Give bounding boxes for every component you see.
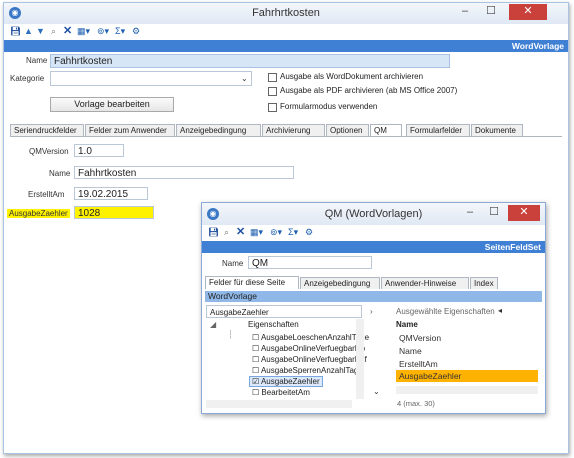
dialog-copy-icon[interactable]: ⊚▾ — [270, 226, 282, 238]
tree-item-label: BearbeitetAm — [261, 388, 310, 397]
tree-expand-icon[interactable]: ◢ — [210, 320, 216, 329]
tree-vertical-scrollbar[interactable] — [356, 319, 364, 399]
section-wordvorlage: WordVorlage — [205, 291, 542, 302]
dialog-name-label: Name — [222, 259, 244, 268]
word-icon[interactable]: ▦▾ — [77, 25, 90, 37]
list-item[interactable]: Name — [399, 346, 422, 356]
chevron-right-icon[interactable]: › — [370, 307, 373, 316]
tree-item-label: AusgabeLoeschenAnzahlTage — [260, 333, 370, 342]
archive-pdf-label: Ausgabe als PDF archivieren (ab MS Offic… — [280, 86, 458, 95]
tab-archivierung[interactable]: Archivierung — [262, 124, 325, 136]
dialog-delete-icon[interactable]: ✕ — [236, 226, 245, 238]
tree-item-label: AusgabeSperrenAnzahlTage — [260, 366, 363, 375]
archive-word-checkbox[interactable] — [268, 73, 277, 82]
selection-count: 4 (max. 30) — [397, 399, 435, 408]
dialog-save-icon[interactable]: 💾︎ — [208, 226, 219, 238]
kategorie-label: Kategorie — [10, 74, 45, 83]
tree-checkbox[interactable]: ☐ — [252, 366, 259, 375]
list-item[interactable]: QMVersion — [399, 333, 441, 343]
tree-item[interactable]: ☐ BearbeitetAm — [252, 388, 310, 397]
tree-item-label: AusgabeOnlineVerfuegbarPdf — [260, 355, 367, 364]
erstelltam-input[interactable]: 19.02.2015 — [74, 187, 148, 200]
tree-item-label: AusgabeOnlineVerfuegbarDo — [260, 344, 366, 353]
erstelltam-label: ErstelltAm — [28, 190, 65, 199]
tree-item-label: AusgabeZaehler — [260, 377, 320, 386]
dialog-tab-felder[interactable]: Felder für diese Seite — [205, 276, 299, 289]
arrow-down-icon[interactable]: ▼ — [36, 25, 45, 37]
tab-felder-anwender[interactable]: Felder zum Anwender — [85, 124, 175, 136]
kategorie-select[interactable] — [50, 71, 252, 86]
qm-dialog: ◉ QM (WordVorlagen) – ☐ ✕ 💾︎ ⌕ ✕ ▦▾ ⊚▾ Σ… — [201, 202, 546, 414]
list-item[interactable]: ErstelltAm — [399, 359, 438, 369]
property-search-input[interactable]: AusgabeZaehler — [206, 305, 362, 318]
archive-pdf-checkbox[interactable] — [268, 87, 277, 96]
tree-item[interactable]: ☐ AusgabeOnlineVerfuegbarDo — [252, 344, 365, 353]
close-button[interactable]: ✕ — [509, 4, 547, 20]
chevron-down-icon[interactable]: ⌄ — [373, 387, 380, 396]
name-label: Name — [26, 56, 48, 65]
ausgabezaehler-label: AusgabeZaehler — [7, 209, 70, 218]
dialog-close-button[interactable]: ✕ — [508, 205, 540, 221]
tab-optionen[interactable]: Optionen — [326, 124, 369, 136]
tab-anzeigebedingung[interactable]: Anzeigebedingung — [176, 124, 261, 136]
dialog-settings-icon[interactable]: ⚙ — [305, 226, 313, 238]
tab-formularfelder[interactable]: Formularfelder — [406, 124, 470, 136]
ausgabezaehler-input[interactable]: 1028 — [74, 206, 154, 219]
tab-divider — [10, 136, 562, 137]
edit-template-button[interactable]: Vorlage bearbeiten — [50, 97, 174, 112]
title-bar: ◉ Fahrhrtkosten – ☐ ✕ — [4, 3, 568, 24]
toolbar: 💾︎ ▲ ▼ ⌕ ✕ ▦▾ ⊚▾ Σ▾ ⚙ — [4, 24, 568, 39]
dialog-name-input[interactable]: QM — [248, 256, 372, 269]
dialog-title-bar: ◉ QM (WordVorlagen) – ☐ ✕ — [202, 203, 545, 225]
copy-icon[interactable]: ⊚▾ — [97, 25, 109, 37]
settings-icon[interactable]: ⚙ — [132, 25, 140, 37]
dialog-tab-anzeigebedingung[interactable]: Anzeigebedingung — [300, 277, 380, 289]
dialog-tab-hinweise[interactable]: Anwender-Hinweise — [381, 277, 469, 289]
tree-item[interactable]: ☐ AusgabeSperrenAnzahlTage — [252, 366, 363, 375]
sum-icon[interactable]: Σ▾ — [115, 25, 125, 37]
dialog-maximize-button[interactable]: ☐ — [484, 205, 504, 221]
tree-item-selected[interactable]: ☑ AusgabeZaehler — [249, 376, 323, 387]
list-horizontal-scrollbar[interactable] — [396, 386, 538, 394]
dialog-minimize-button[interactable]: – — [460, 205, 480, 221]
qm-name-input[interactable]: Fahhrtkosten — [74, 166, 294, 179]
dialog-sum-icon[interactable]: Σ▾ — [288, 226, 298, 238]
banner-seitenfeldset: SeitenFeldSet — [202, 241, 545, 253]
qmversion-input[interactable]: 1.0 — [74, 144, 124, 157]
tree-horizontal-scrollbar[interactable] — [206, 400, 352, 408]
formular-mode-label: Formularmodus verwenden — [280, 102, 378, 111]
tab-seriendruckfelder[interactable]: Seriendruckfelder — [10, 124, 84, 136]
dialog-toolbar: 💾︎ ⌕ ✕ ▦▾ ⊚▾ Σ▾ ⚙ — [202, 225, 545, 240]
dialog-attachment-icon[interactable]: ⌕ — [224, 226, 229, 238]
tree-checkbox[interactable]: ☐ — [252, 333, 259, 342]
dialog-word-icon[interactable]: ▦▾ — [250, 226, 263, 238]
selected-properties-label: Ausgewählte Eigenschaften — [396, 307, 495, 316]
tree-item[interactable]: ☐ AusgabeLoeschenAnzahlTage — [252, 333, 369, 342]
banner-wordvorlage: WordVorlage — [4, 40, 568, 52]
list-item-selected[interactable]: AusgabeZaehler — [396, 370, 538, 382]
maximize-button[interactable]: ☐ — [480, 4, 502, 20]
tree-checkbox[interactable]: ☐ — [252, 355, 259, 364]
tree-connector: ┆ — [228, 330, 233, 339]
name-input[interactable]: Fahhrtkosten — [50, 54, 450, 68]
qmversion-label: QMVersion — [29, 147, 69, 156]
chevron-down-icon[interactable]: ⌄ — [241, 74, 248, 83]
tree-checkbox-checked[interactable]: ☑ — [252, 377, 259, 386]
tree-checkbox[interactable]: ☐ — [252, 344, 259, 353]
save-icon[interactable]: 💾︎ — [10, 25, 21, 37]
minimize-button[interactable]: – — [454, 4, 476, 20]
tree-root[interactable]: Eigenschaften — [248, 320, 299, 329]
dialog-tab-index[interactable]: Index — [470, 277, 498, 289]
archive-word-label: Ausgabe als WordDokument archivieren — [280, 72, 424, 81]
formular-mode-checkbox[interactable] — [268, 103, 277, 112]
tab-dokumente[interactable]: Dokumente — [471, 124, 523, 136]
list-header: Name — [396, 320, 418, 329]
delete-icon[interactable]: ✕ — [63, 25, 72, 37]
arrow-up-icon[interactable]: ▲ — [24, 25, 33, 37]
attachment-icon[interactable]: ⌕ — [51, 25, 56, 37]
tree-item[interactable]: ☐ AusgabeOnlineVerfuegbarPdf — [252, 355, 367, 364]
qm-name-label: Name — [49, 169, 71, 178]
tree-checkbox[interactable]: ☐ — [252, 388, 259, 397]
collapse-left-icon[interactable]: ◂ — [498, 306, 502, 315]
